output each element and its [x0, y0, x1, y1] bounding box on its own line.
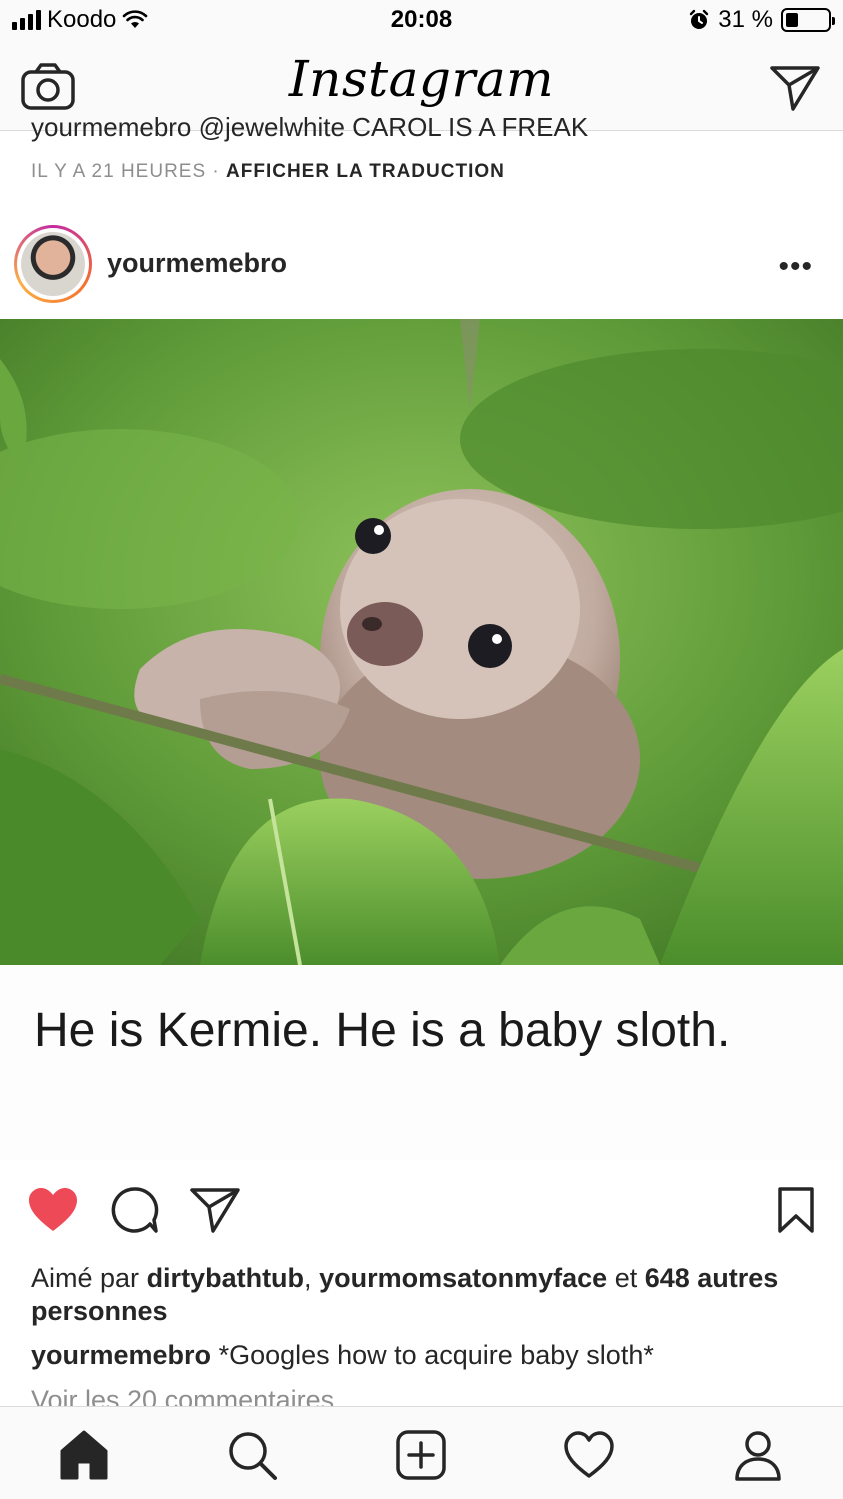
- caption-text: *Googles how to acquire baby sloth*: [218, 1340, 654, 1370]
- likes-prefix: Aimé par: [31, 1263, 140, 1293]
- home-icon[interactable]: [56, 1427, 112, 1483]
- meta-separator: ·: [212, 161, 220, 182]
- share-icon[interactable]: [189, 1186, 241, 1234]
- liker-user-1[interactable]: dirtybathtub: [147, 1263, 304, 1293]
- post-header: yourmemebro •••: [0, 220, 843, 310]
- previous-post-caption: yourmemebro @jewelwhite CAROL IS A FREAK: [31, 112, 589, 142]
- instagram-logo: Instagram: [288, 50, 555, 108]
- new-post-icon[interactable]: [393, 1427, 449, 1483]
- post-action-bar: [0, 1180, 843, 1250]
- translate-link[interactable]: AFFICHER LA TRADUCTION: [226, 161, 505, 182]
- direct-message-icon[interactable]: [769, 64, 821, 112]
- like-heart-icon[interactable]: [27, 1186, 79, 1234]
- likes-conjunction: et: [614, 1263, 638, 1293]
- battery-icon: [781, 8, 835, 32]
- avatar[interactable]: [14, 225, 92, 303]
- likes-summary[interactable]: Aimé par dirtybathtub, yourmomsatonmyfac…: [31, 1262, 811, 1328]
- status-bar: Koodo 20:08 31 %: [0, 0, 843, 42]
- post-image[interactable]: [0, 319, 843, 965]
- liker-user-2[interactable]: yourmomsatonmyface: [319, 1263, 607, 1293]
- post-caption: yourmemebro *Googles how to acquire baby…: [31, 1340, 821, 1371]
- profile-icon[interactable]: [730, 1427, 786, 1483]
- tab-bar: [0, 1406, 843, 1499]
- search-icon[interactable]: [224, 1427, 280, 1483]
- previous-post-meta: IL Y A 21 HEURES · AFFICHER LA TRADUCTIO…: [31, 161, 505, 183]
- post-username[interactable]: yourmemebro: [107, 248, 287, 279]
- battery-percent: 31 %: [718, 6, 773, 33]
- previous-post-time: IL Y A 21 HEURES: [31, 161, 207, 182]
- avatar-photo: [21, 232, 85, 296]
- sloth-photo: [0, 319, 843, 965]
- activity-icon[interactable]: [561, 1427, 617, 1483]
- likes-comma: ,: [304, 1263, 312, 1293]
- bookmark-icon[interactable]: [776, 1186, 816, 1234]
- post-image-caption-card: He is Kermie. He is a baby sloth.: [0, 965, 843, 1160]
- battery-level: [786, 13, 799, 27]
- comment-icon[interactable]: [110, 1186, 160, 1234]
- caption-username[interactable]: yourmemebro: [31, 1340, 211, 1370]
- status-right: 31 %: [688, 6, 835, 34]
- more-options-button[interactable]: •••: [778, 250, 813, 284]
- post-image-caption: He is Kermie. He is a baby sloth.: [34, 1004, 731, 1057]
- alarm-icon: [690, 9, 709, 29]
